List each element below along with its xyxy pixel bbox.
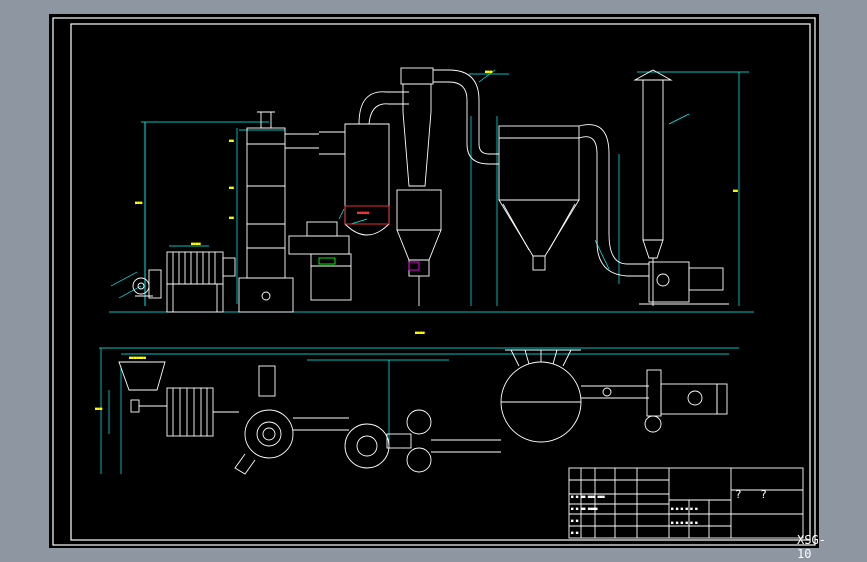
svg-text:■■: ■■ bbox=[733, 188, 738, 193]
bag-filter bbox=[498, 124, 610, 271]
svg-text:■ ■: ■ ■ bbox=[571, 518, 579, 523]
dimension-texts-plan: ■■■■ ■■■■■■■ ■■■ bbox=[95, 330, 425, 411]
drying-tower bbox=[238, 111, 319, 313]
dimension-texts-elevation: ■■■ ■■ ■■ ■■ ■■ ■■■■ ■■■ bbox=[135, 69, 738, 246]
svg-text:■ ■: ■ ■ bbox=[571, 530, 579, 535]
plan-heater bbox=[118, 361, 239, 437]
svg-text:■■■■: ■■■■ bbox=[191, 241, 201, 246]
air-heater bbox=[166, 251, 236, 313]
svg-text:■■■■■■■: ■■■■■■■ bbox=[129, 355, 146, 360]
drawing-code: XSG-10 bbox=[797, 533, 826, 561]
plan-bag-filter bbox=[500, 349, 649, 443]
svg-text:■■■: ■■■ bbox=[485, 69, 493, 74]
elevation-view: ■■■ ■■ ■■ ■■ ■■ ■■■■ ■■■ ■■■■■ bbox=[109, 67, 754, 313]
drawing-sheet: ■■■ ■■ ■■ ■■ ■■ ■■■■ ■■■ ■■■■■ ■■■■ ■■■■… bbox=[49, 14, 826, 561]
drawing-title: ? ? bbox=[735, 488, 773, 501]
svg-text:■■: ■■ bbox=[229, 215, 234, 220]
dimension-lines-plan bbox=[99, 347, 739, 474]
inner-frame bbox=[70, 23, 811, 541]
svg-text:■■■: ■■■ bbox=[135, 200, 143, 205]
svg-text:■ ■ ■ ■ ■ ■: ■ ■ ■ ■ ■ ■ bbox=[671, 520, 698, 525]
plan-tower bbox=[234, 365, 349, 475]
inlet-fan bbox=[132, 269, 162, 299]
title-block bbox=[568, 467, 804, 539]
svg-text:■ ■ ■■ ■■■ ■■■: ■ ■ ■■ ■■■ ■■■ bbox=[571, 494, 605, 499]
plan-cyclones bbox=[344, 409, 501, 473]
cad-drawing: ■■■ ■■ ■■ ■■ ■■ ■■■■ ■■■ ■■■■■ ■■■■ ■■■■… bbox=[52, 17, 816, 546]
cyclone-label-marks: ■■■■■ bbox=[357, 210, 370, 215]
svg-text:■■■■: ■■■■ bbox=[415, 330, 425, 335]
plan-exhaust-fan bbox=[644, 369, 728, 433]
svg-text:■ ■ ■ ■ ■ ■: ■ ■ ■ ■ ■ ■ bbox=[671, 506, 698, 511]
svg-text:■ ■ ■■ ■■■■: ■ ■ ■■ ■■■■ bbox=[571, 506, 598, 511]
svg-text:■■: ■■ bbox=[229, 138, 234, 143]
plan-view: ■■■■ ■■■■■■■ ■■■ bbox=[95, 330, 739, 475]
exhaust-stack bbox=[633, 69, 673, 306]
overhead-duct bbox=[433, 69, 499, 165]
exhaust-duct bbox=[596, 233, 729, 305]
svg-text:■■: ■■ bbox=[229, 185, 234, 190]
svg-text:■■■: ■■■ bbox=[95, 406, 103, 411]
screw-feeder bbox=[288, 221, 352, 301]
